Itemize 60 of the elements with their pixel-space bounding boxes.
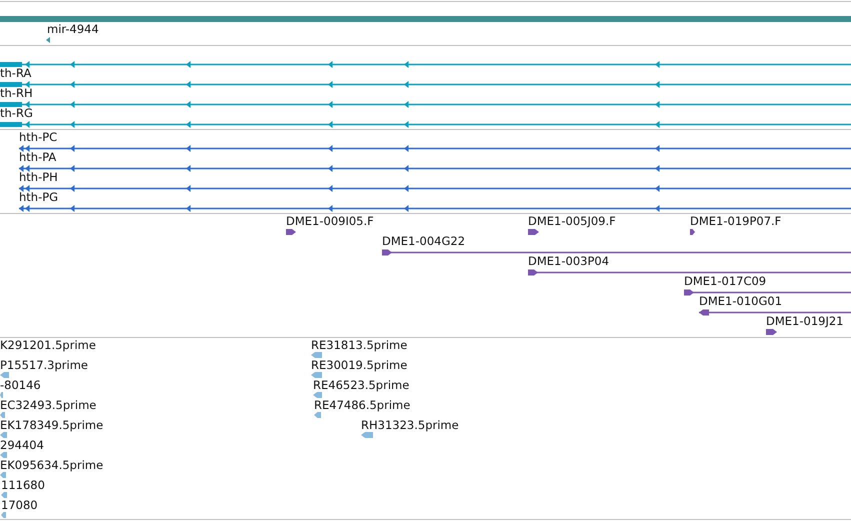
est-feature[interactable] (311, 352, 322, 358)
feature-label: DME1-010G01 (699, 294, 782, 308)
mirna-feature-arrow[interactable] (46, 37, 50, 43)
feature-label: hth-PA (19, 150, 56, 164)
feature-label: 17080 (1, 498, 38, 512)
feature-label: DME1-019P07.F (690, 214, 782, 228)
feature-label: hth-PH (19, 170, 58, 184)
feature-label: 294404 (0, 438, 44, 452)
transcript-model[interactable] (0, 61, 851, 68)
feature-label: EK095634.5prime (0, 458, 104, 472)
clone-feature[interactable] (286, 229, 296, 235)
clone-feature[interactable] (690, 229, 695, 235)
clone-feature[interactable] (528, 270, 851, 276)
feature-label: DME1-003P04 (528, 254, 610, 268)
feature-label: hth-PG (19, 190, 58, 204)
feature-label: EK178349.5prime (0, 418, 104, 432)
feature-label: DME1-004G22 (382, 234, 466, 248)
est-feature[interactable] (0, 452, 7, 458)
protein-model[interactable] (19, 145, 851, 152)
est-feature[interactable] (1, 512, 6, 518)
feature-label: 111680 (1, 478, 45, 492)
protein-model[interactable] (19, 165, 851, 172)
feature-label: hth-PC (19, 130, 58, 144)
transcript-model[interactable] (0, 81, 851, 88)
clone-feature[interactable] (699, 310, 851, 316)
feature-label: th-RG (0, 106, 33, 120)
feature-label: th-RH (0, 86, 33, 100)
transcript-model[interactable] (0, 121, 851, 128)
feature-label: DME1-005J09.F (528, 214, 616, 228)
clone-feature[interactable] (684, 290, 851, 296)
feature-label: mir-4944 (47, 22, 99, 36)
feature-label: -80146 (0, 378, 41, 392)
feature-label: RE46523.5prime (313, 378, 410, 392)
feature-label: RE31813.5prime (311, 338, 408, 352)
clone-feature[interactable] (382, 250, 851, 256)
est-feature[interactable] (0, 372, 9, 378)
est-feature[interactable] (313, 392, 322, 398)
protein-model[interactable] (19, 185, 851, 192)
feature-label: DME1-009I05.F (286, 214, 374, 228)
feature-label: RE47486.5prime (314, 398, 410, 412)
est-feature[interactable] (0, 392, 3, 398)
feature-label: EC32493.5prime (0, 398, 96, 412)
est-feature[interactable] (1, 492, 7, 498)
feature-label: K291201.5prime (0, 338, 96, 352)
transcript-model[interactable] (0, 101, 851, 108)
est-feature[interactable] (0, 432, 7, 438)
feature-label: RE30019.5prime (311, 358, 408, 372)
est-feature[interactable] (0, 472, 6, 478)
clone-feature[interactable] (766, 329, 777, 335)
feature-label: DME1-019J21 (766, 314, 844, 328)
feature-label: P15517.3prime (0, 358, 88, 372)
est-feature[interactable] (0, 412, 5, 418)
est-feature[interactable] (361, 432, 373, 438)
est-feature[interactable] (314, 412, 321, 418)
est-feature[interactable] (311, 372, 322, 378)
clone-feature[interactable] (528, 229, 539, 235)
feature-label: RH31323.5prime (361, 418, 459, 432)
feature-label: DME1-017C09 (684, 274, 766, 288)
protein-model[interactable] (19, 205, 851, 212)
feature-label: th-RA (0, 66, 32, 80)
